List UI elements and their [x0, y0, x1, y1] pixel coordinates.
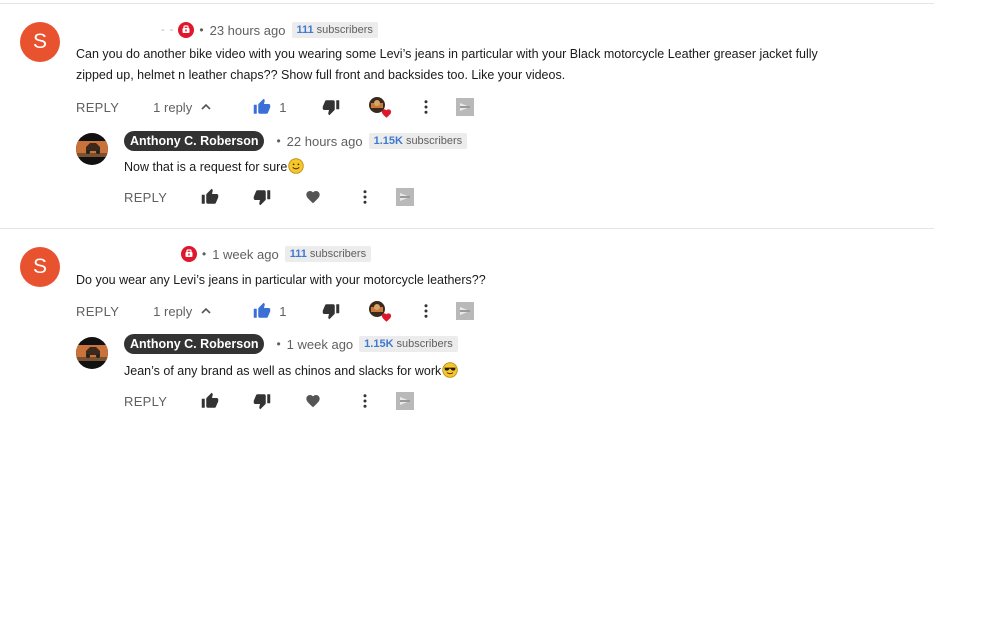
reply-timestamp[interactable]: 22 hours ago	[287, 134, 363, 149]
flag-icon[interactable]	[456, 98, 475, 116]
subscriber-label: subscribers	[405, 135, 463, 147]
subscriber-badge: 1.15K subscribers	[359, 336, 458, 352]
reply-text: Now that is a request for sure	[124, 157, 304, 181]
comment-text-line: zipped up, helmet n leather chaps?? Show…	[76, 68, 566, 82]
avatar-letter: S	[32, 30, 47, 53]
reply-button[interactable]: REPLY	[124, 190, 167, 205]
thumb-up-icon[interactable]	[253, 98, 271, 116]
separator-dot: •	[202, 247, 207, 261]
thumb-down-icon[interactable]	[253, 392, 271, 410]
comment-thread: S • 1 week ago 111 subscribers Do you wea…	[0, 229, 934, 429]
author-name[interactable]: - -	[161, 24, 174, 36]
more-vert-icon[interactable]	[356, 188, 374, 206]
thumb-up-icon[interactable]	[201, 392, 219, 410]
creator-heart-icon[interactable]	[368, 96, 390, 118]
heart-icon[interactable]	[305, 393, 321, 409]
comment-text: Do you wear any Levi’s jeans in particul…	[76, 270, 876, 291]
verified-icon	[181, 246, 197, 262]
thumb-up-icon[interactable]	[201, 188, 219, 206]
heart-icon[interactable]	[305, 189, 321, 205]
subscriber-count: 111	[296, 24, 314, 36]
replies-count: 1 reply	[153, 303, 193, 319]
flag-icon[interactable]	[396, 188, 415, 206]
smiling-face-with-sunglasses-icon	[442, 362, 458, 385]
expand-less-icon	[200, 305, 212, 317]
subscriber-badge: 1.15K subscribers	[368, 133, 468, 149]
more-vert-icon[interactable]	[417, 302, 435, 320]
reply-button[interactable]: REPLY	[76, 100, 119, 115]
channel-owner-name[interactable]: Anthony C. Roberson	[124, 334, 265, 354]
reply-timestamp[interactable]: 1 week ago	[287, 337, 354, 352]
profile-photo-icon	[76, 133, 108, 165]
view-replies-button[interactable]: 1 reply	[153, 100, 212, 115]
comment-timestamp[interactable]: 23 hours ago	[210, 23, 286, 38]
more-vert-icon[interactable]	[417, 98, 435, 116]
avatar[interactable]: S	[20, 22, 60, 62]
profile-photo-icon	[76, 337, 108, 369]
thumb-down-icon[interactable]	[253, 188, 271, 206]
subscriber-label: subscribers	[396, 338, 453, 350]
reply-actions: REPLY	[124, 389, 415, 413]
subscriber-badge: 111 subscribers	[284, 246, 372, 262]
reply-button[interactable]: REPLY	[76, 304, 119, 319]
reply-actions: REPLY	[124, 185, 415, 209]
expand-less-icon	[200, 101, 212, 113]
subscriber-label: subscribers	[309, 248, 367, 260]
separator-dot: •	[199, 23, 204, 37]
reply-text: Jean’s of any brand as well as chinos an…	[124, 361, 458, 385]
avatar[interactable]: S	[20, 247, 60, 287]
flag-icon[interactable]	[456, 302, 475, 320]
subscriber-badge: 111 subscribers	[291, 22, 378, 38]
comment-text: Can you do another bike video with you w…	[76, 44, 876, 86]
reply-header: Anthony C. Roberson • 22 hours ago 1.15K…	[124, 130, 468, 152]
slightly-smiling-face-icon	[288, 158, 304, 181]
verified-icon	[178, 22, 195, 38]
thumb-up-icon[interactable]	[253, 302, 271, 320]
more-vert-icon[interactable]	[356, 392, 374, 410]
thumb-down-icon[interactable]	[322, 98, 340, 116]
comment-thread: S - - • 23 hours ago 111 subscribers Can …	[0, 4, 934, 228]
flag-icon[interactable]	[396, 392, 415, 410]
comment-text-line: Do you wear any Levi’s jeans in particul…	[76, 273, 486, 287]
comment-header: • 1 week ago 111 subscribers	[181, 244, 372, 264]
reply-button[interactable]: REPLY	[124, 394, 167, 409]
comment-header: - - • 23 hours ago 111 subscribers	[161, 20, 378, 40]
like-count: 1	[279, 303, 287, 319]
subscriber-count: 111	[289, 248, 307, 260]
comment-timestamp[interactable]: 1 week ago	[212, 247, 279, 262]
separator-dot: •	[276, 134, 281, 148]
reply-avatar[interactable]	[76, 133, 108, 165]
subscriber-count: 1.15K	[364, 338, 394, 350]
reply-text-body: Jean’s of any brand as well as chinos an…	[124, 364, 442, 378]
comment-actions: REPLY 1 reply 1	[76, 95, 475, 119]
replies-count: 1 reply	[153, 99, 193, 115]
reply-avatar[interactable]	[76, 337, 108, 369]
like-count: 1	[279, 99, 287, 115]
thumb-down-icon[interactable]	[322, 302, 340, 320]
comment-actions: REPLY 1 reply 1	[76, 299, 475, 323]
view-replies-button[interactable]: 1 reply	[153, 304, 212, 319]
comment-text-line: Can you do another bike video with you w…	[76, 47, 818, 61]
subscriber-count: 1.15K	[373, 135, 403, 147]
subscriber-label: subscribers	[316, 24, 373, 36]
avatar-letter: S	[32, 255, 47, 278]
reply-text-body: Now that is a request for sure	[124, 160, 288, 174]
reply-header: Anthony C. Roberson • 1 week ago 1.15K su…	[124, 333, 458, 355]
creator-heart-icon[interactable]	[368, 300, 390, 322]
channel-owner-name[interactable]: Anthony C. Roberson	[124, 131, 265, 151]
separator-dot: •	[276, 337, 281, 351]
